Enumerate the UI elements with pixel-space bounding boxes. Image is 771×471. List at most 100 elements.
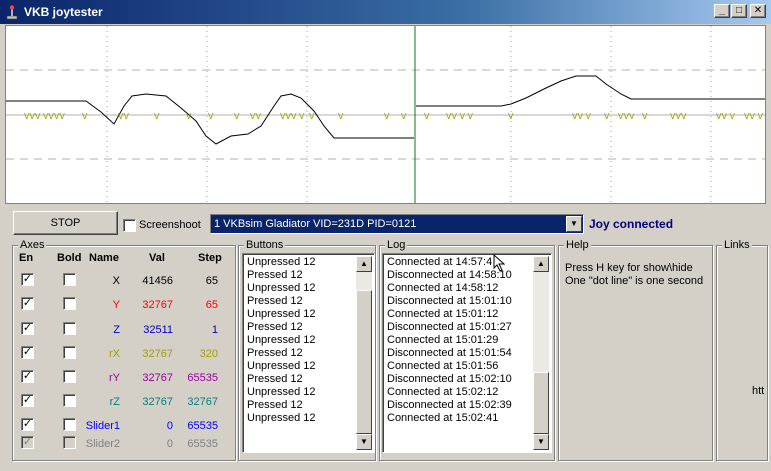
axis-trace-right [416,75,765,107]
list-item[interactable]: Connected at 15:02:41 [387,412,512,425]
list-item[interactable]: Unpressed 12 [247,308,316,321]
svg-text:VVV VVVV: VVV VVVV [24,112,65,121]
chevron-up-icon: ▲ [360,259,368,268]
axis-z-name: Z [113,324,120,336]
list-item[interactable]: Disconnected at 15:01:10 [387,295,512,308]
list-item[interactable]: Unpressed 12 [247,282,316,295]
joystick-icon [6,5,18,20]
svg-text:V: V [338,112,344,121]
axis-rz-val: 32767 [142,396,173,408]
axis-plot: VVV VVVV V VV V V V V VV VVV V V V V V V… [5,25,766,204]
axis-rz-name: rZ [109,396,120,408]
svg-text:V: V [424,112,430,121]
axes-header-name: Name [89,252,119,264]
list-item[interactable]: Connected at 14:58:12 [387,282,512,295]
buttons-list[interactable]: Unpressed 12 Pressed 12 Unpressed 12 Pre… [242,253,375,453]
axis-rz-enable-checkbox[interactable]: ✓ [21,394,34,407]
axes-header-bold: Bold [57,252,82,264]
svg-text:V: V [186,112,192,121]
help-line-2: One "dot line" is one second [565,275,704,287]
axis-rx-enable-checkbox[interactable]: ✓ [21,346,34,359]
axes-header-en: En [19,252,34,264]
close-button[interactable]: ✕ [750,4,766,18]
svg-text:VV V V: VV V V [446,112,474,121]
log-group-title: Log [385,238,408,252]
list-item[interactable]: Connected at 15:01:56 [387,360,512,373]
axis-y-val: 32767 [142,299,173,311]
axis-z-step: 1 [211,324,218,336]
list-item[interactable]: Pressed 12 [247,295,316,308]
log-list[interactable]: Connected at 14:57:4 Disconnected at 14:… [382,253,552,453]
axis-slider1-val: 0 [166,420,173,432]
list-item[interactable]: Unpressed 12 [247,412,316,425]
log-scroll-thumb[interactable] [533,372,549,434]
svg-text:VV V: VV V [572,112,591,121]
axis-rx-step: 320 [199,348,218,360]
log-scroll-up-button[interactable]: ▲ [533,256,549,272]
axis-x-step: 65 [205,275,218,287]
list-item[interactable]: Pressed 12 [247,321,316,334]
axis-x-name: X [112,275,120,287]
list-item[interactable]: Connected at 15:01:29 [387,334,512,347]
axis-slider1-enable-checkbox[interactable]: ✓ [21,418,34,431]
screenshoot-checkbox[interactable] [123,219,136,232]
svg-text:V: V [208,112,214,121]
list-item[interactable]: Pressed 12 [247,269,316,282]
svg-text:V: V [309,112,315,121]
axis-rx-val: 32767 [142,348,173,360]
list-item[interactable]: Pressed 12 [247,347,316,360]
axis-z-enable-checkbox[interactable]: ✓ [21,322,34,335]
list-item[interactable]: Disconnected at 15:01:54 [387,347,512,360]
list-item[interactable]: Disconnected at 15:01:27 [387,321,512,334]
axis-ry-val: 32767 [142,372,173,384]
window-title: VKB joytester [24,5,103,19]
axis-y-enable-checkbox[interactable]: ✓ [21,297,34,310]
links-group-title: Links [722,238,752,252]
svg-text:V: V [604,112,610,121]
list-item[interactable]: Pressed 12 [247,373,316,386]
list-item[interactable]: Connected at 15:01:12 [387,308,512,321]
axes-header-val: Val [149,252,165,264]
axis-ry-enable-checkbox[interactable]: ✓ [21,370,34,383]
device-select[interactable]: 1 VKBsim Gladiator VID=231D PID=0121 ▼ [210,214,584,234]
svg-text:VVV: VVV [670,112,687,121]
axis-slider2-enable-checkbox: ✓ [21,436,34,449]
axis-z-val: 32511 [143,324,173,336]
svg-text:V: V [508,112,514,121]
list-item[interactable]: Disconnected at 15:02:10 [387,373,512,386]
svg-text:VVV V: VVV V [280,112,305,121]
buttons-scrollbar[interactable]: ▲ ▼ [356,256,372,450]
minimize-button[interactable]: _ [714,4,730,18]
device-dropdown-button[interactable]: ▼ [566,216,582,232]
svg-text:VV: VV [118,112,129,121]
maximize-button[interactable]: □ [731,4,747,18]
list-item[interactable]: Unpressed 12 [247,334,316,347]
axis-slider1-step: 65535 [187,420,218,432]
svg-text:V: V [642,112,648,121]
buttons-scroll-thumb[interactable] [356,290,372,434]
log-scroll-down-button[interactable]: ▼ [533,434,549,450]
axis-x-enable-checkbox[interactable]: ✓ [21,273,34,286]
connection-status: Joy connected [589,217,674,231]
list-item[interactable]: Unpressed 12 [247,360,316,373]
stop-button[interactable]: STOP [13,211,118,235]
buttons-scroll-up-button[interactable]: ▲ [356,256,372,272]
help-group-title: Help [564,238,591,252]
list-item[interactable]: Unpressed 12 [247,256,316,269]
svg-text:VVV: VVV [618,112,635,121]
list-item[interactable]: Unpressed 12 [247,386,316,399]
list-item[interactable]: Disconnected at 15:02:39 [387,399,512,412]
svg-text:V: V [401,112,407,121]
list-item[interactable]: Pressed 12 [247,399,316,412]
svg-text:V: V [82,112,88,121]
list-item[interactable]: Connected at 15:02:12 [387,386,512,399]
axis-rx-name: rX [109,348,120,360]
title-bar: VKB joytester _ □ ✕ [0,0,771,24]
svg-text:VV V: VV V [744,112,763,121]
log-scrollbar[interactable]: ▲ ▼ [533,256,549,450]
buttons-scroll-down-button[interactable]: ▼ [356,434,372,450]
axes-group-title: Axes [18,238,47,252]
axis-ry-name: rY [109,372,120,384]
links-group: Links [716,238,768,461]
links-text[interactable]: htt [752,385,764,397]
